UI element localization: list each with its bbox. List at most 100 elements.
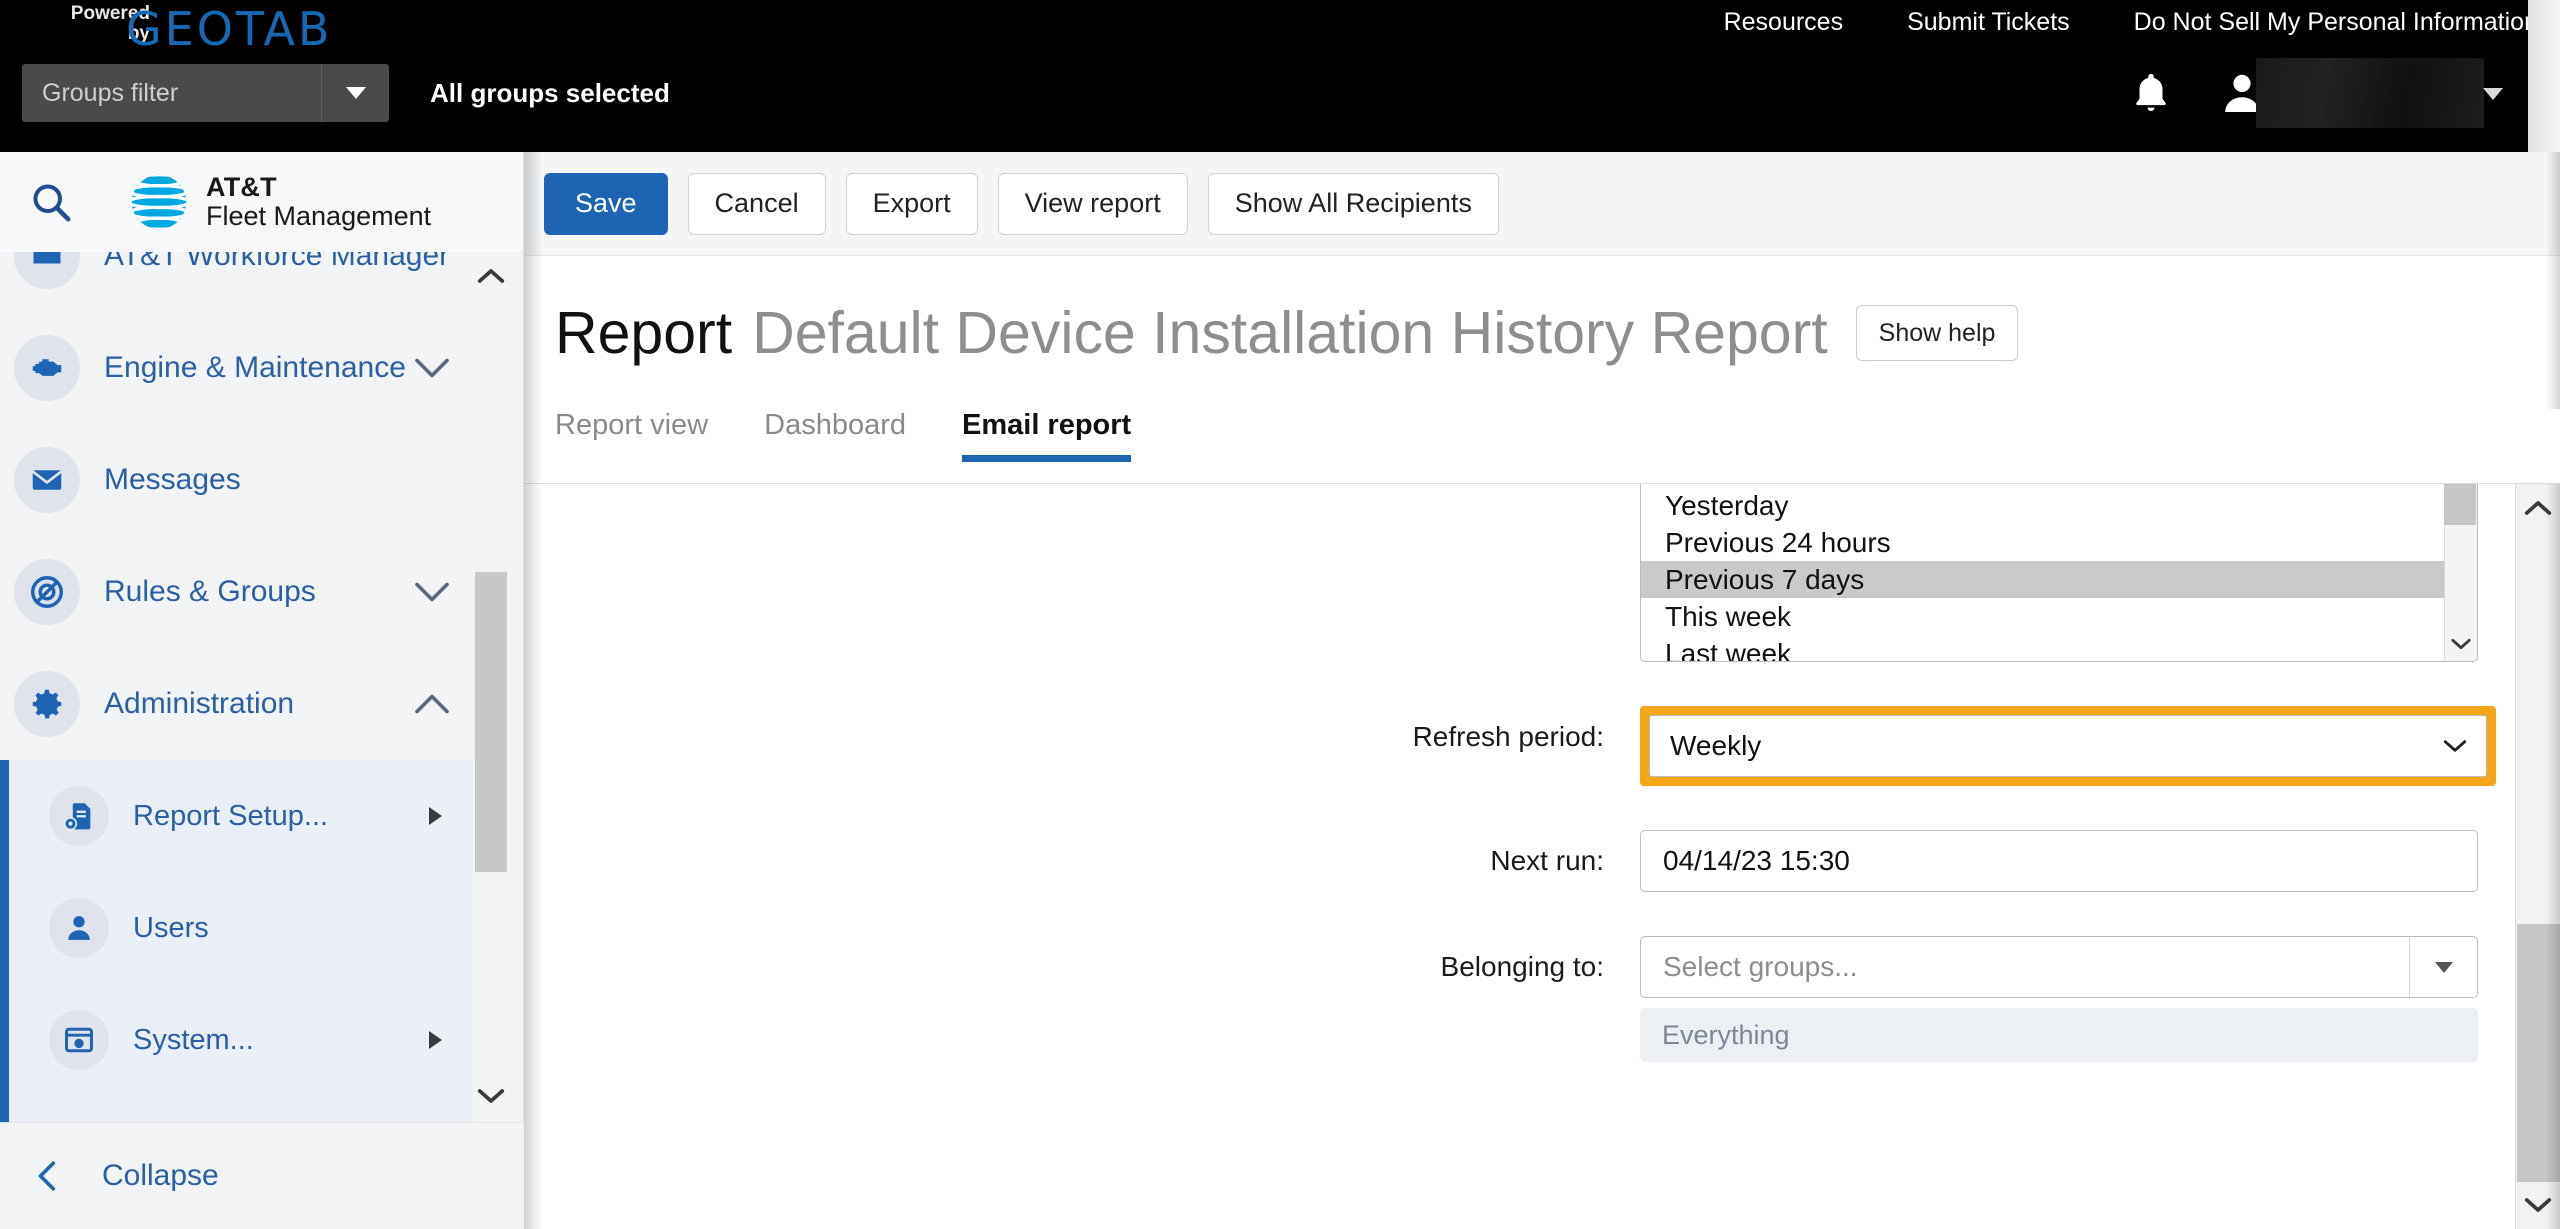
date-range-option[interactable]: Yesterday [1641, 487, 2477, 524]
chevron-right-icon[interactable] [429, 807, 442, 825]
sidebar-scroll-up-button[interactable] [473, 256, 509, 296]
chevron-up-icon[interactable] [414, 693, 450, 715]
workforce-icon [14, 252, 80, 289]
sidebar-subitem-label: Users [133, 911, 209, 944]
sidebar-item-engine-maintenance[interactable]: Engine & Maintenance [0, 312, 500, 424]
date-range-option[interactable]: This week [1641, 598, 2477, 635]
show-all-recipients-button[interactable]: Show All Recipients [1207, 172, 1499, 235]
administration-submenu: Report Setup... Users System... [0, 760, 500, 1122]
top-nav-do-not-sell[interactable]: Do Not Sell My Personal Information [2134, 8, 2538, 37]
page-scrollbar-top-edge [2528, 0, 2560, 152]
geotab-logo: GEOTAB [126, 2, 333, 56]
sidebar-item-report-setup[interactable]: Report Setup... [9, 760, 500, 872]
main-scroll-down-button[interactable] [2516, 1183, 2560, 1227]
next-run-label: Next run: [1490, 845, 1604, 876]
date-range-option[interactable]: Last week [1641, 635, 2477, 662]
report-tabs: Report view Dashboard Email report [525, 409, 2560, 484]
next-run-row: Next run: 04/14/23 15:30 [525, 830, 2515, 892]
top-nav-resources[interactable]: Resources [1724, 8, 1844, 37]
main-scroll-up-button[interactable] [2516, 486, 2560, 530]
groups-filter-dropdown-button[interactable] [321, 64, 389, 122]
email-report-form-pane: Date range: Previous hour Today Yesterda… [525, 484, 2515, 1229]
sidebar-item-about[interactable]: About [9, 1096, 500, 1122]
chevron-down-icon [2434, 961, 2453, 973]
sidebar-collapse-button[interactable]: Collapse [0, 1122, 524, 1229]
top-nav-submit-tickets[interactable]: Submit Tickets [1907, 8, 2070, 37]
tab-email-report[interactable]: Email report [962, 409, 1132, 462]
belonging-to-placeholder[interactable]: Select groups... [1641, 951, 2409, 983]
att-fleet-brand: AT&T Fleet Management [128, 171, 431, 233]
sidebar-item-messages[interactable]: Messages [0, 424, 500, 536]
user-icon [49, 898, 109, 958]
sidebar-header: AT&T Fleet Management [0, 152, 523, 252]
date-range-option[interactable]: Previous 24 hours [1641, 524, 2477, 561]
sidebar-item-label: Administration [104, 687, 295, 720]
refresh-period-select[interactable]: Weekly [1649, 715, 2487, 777]
sidebar-item-label: Messages [104, 463, 241, 496]
sidebar-subitem-label: System... [133, 1023, 254, 1056]
chevron-down-icon[interactable] [414, 357, 450, 379]
date-range-listbox-scrollbar[interactable] [2444, 484, 2477, 661]
export-button[interactable]: Export [845, 172, 978, 235]
date-range-scrollbar-thumb[interactable] [2444, 484, 2476, 525]
chevron-up-icon [477, 269, 505, 283]
page-title: Report [555, 300, 733, 366]
gear-icon [14, 671, 80, 737]
top-header-bar: Powered by GEOTAB Resources Submit Ticke… [0, 0, 2560, 152]
show-help-button[interactable]: Show help [1855, 305, 2019, 361]
next-run-input[interactable]: 04/14/23 15:30 [1640, 830, 2478, 892]
left-sidebar: AT&T Fleet Management AT&T Workforce Man… [0, 152, 524, 1229]
sidebar-item-system[interactable]: System... [9, 984, 500, 1096]
main-scrollbar-thumb[interactable] [2517, 924, 2560, 1182]
date-range-scroll-down-button[interactable] [2444, 629, 2477, 659]
view-report-button[interactable]: View report [997, 172, 1188, 235]
sidebar-subitem-label: Report Setup... [133, 799, 329, 832]
cancel-button[interactable]: Cancel [687, 172, 826, 235]
date-range-listbox[interactable]: Previous hour Today Yesterday Previous 2… [1640, 484, 2478, 662]
sidebar-scrollbar-thumb[interactable] [475, 572, 507, 872]
main-content-area: Save Cancel Export View report Show All … [525, 152, 2560, 1229]
belonging-to-selected-chip[interactable]: Everything [1640, 1008, 2478, 1062]
save-button[interactable]: Save [544, 172, 668, 235]
chevron-down-icon[interactable] [414, 581, 450, 603]
main-content-scrollbar[interactable] [2515, 484, 2560, 1229]
top-nav-links: Resources Submit Tickets Do Not Sell My … [1724, 8, 2538, 37]
refresh-period-highlight: Weekly [1640, 706, 2496, 786]
chevron-down-icon [477, 1089, 505, 1103]
search-icon[interactable] [28, 179, 74, 225]
sidebar-item-workforce-manager[interactable]: AT&T Workforce Manager [0, 252, 500, 312]
chevron-down-icon [345, 87, 366, 99]
sidebar-item-users[interactable]: Users [9, 872, 500, 984]
tab-dashboard[interactable]: Dashboard [764, 409, 906, 462]
groups-filter-control[interactable]: Groups filter [22, 64, 389, 122]
engine-icon [14, 335, 80, 401]
envelope-icon [14, 447, 80, 513]
belonging-to-dropdown-button[interactable] [2409, 937, 2477, 997]
chevron-up-icon [2524, 501, 2552, 515]
refresh-period-row: Refresh period: Weekly [525, 706, 2515, 786]
date-range-label: Date range: [525, 484, 1640, 496]
sidebar-item-rules-groups[interactable]: Rules & Groups [0, 536, 500, 648]
refresh-period-value: Weekly [1670, 730, 1762, 761]
action-toolbar: Save Cancel Export View report Show All … [525, 152, 2560, 256]
sidebar-scrollbar[interactable] [473, 252, 509, 1122]
chevron-down-icon [2524, 1198, 2552, 1212]
report-setup-icon [49, 786, 109, 846]
brand-line-2: Fleet Management [206, 201, 432, 231]
groups-filter-placeholder[interactable]: Groups filter [22, 64, 321, 122]
sidebar-scroll-down-button[interactable] [473, 1076, 509, 1116]
user-menu-chevron-down-icon[interactable] [2483, 88, 2503, 100]
rules-icon [14, 559, 80, 625]
all-groups-selected-label: All groups selected [430, 78, 670, 108]
date-range-option-selected[interactable]: Previous 7 days [1641, 561, 2477, 598]
sidebar-item-label: Rules & Groups [104, 575, 316, 608]
bell-icon[interactable] [2128, 68, 2174, 118]
chevron-right-icon[interactable] [429, 1031, 442, 1049]
belonging-to-combobox[interactable]: Select groups... [1640, 936, 2478, 998]
att-globe-icon [131, 174, 187, 230]
chevron-left-icon [38, 1161, 56, 1191]
tab-report-view[interactable]: Report view [555, 409, 708, 462]
page-title-row: Report Default Device Installation Histo… [525, 257, 2560, 409]
sidebar-item-label: AT&T Workforce Manager [104, 252, 450, 272]
sidebar-item-administration[interactable]: Administration [0, 648, 500, 760]
